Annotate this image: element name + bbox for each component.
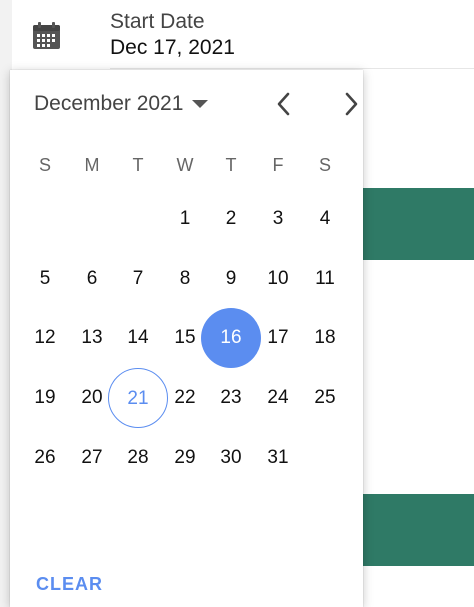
weekday-label: T bbox=[132, 155, 144, 175]
month-year-selector[interactable]: December 2021 bbox=[34, 92, 209, 116]
date-picker-popup: December 2021 SMTWTFS 1 2 3 4 5 6 7 8 9 10 11 12 13 1… bbox=[10, 70, 363, 607]
field-underline bbox=[110, 68, 474, 69]
weekday-label: S bbox=[38, 155, 51, 175]
day-cell[interactable]: 25 bbox=[295, 368, 355, 428]
start-date-label: Start Date bbox=[110, 10, 205, 33]
previous-month-button[interactable] bbox=[269, 89, 299, 119]
weekday-label: S bbox=[318, 155, 331, 175]
background-green-band-bottom bbox=[350, 494, 474, 566]
day-cell[interactable]: 11 bbox=[295, 249, 355, 309]
day-cell[interactable]: 4 bbox=[295, 189, 355, 249]
day-cell[interactable]: 18 bbox=[295, 308, 355, 368]
background-green-band-top bbox=[350, 188, 474, 260]
start-date-value[interactable]: Dec 17, 2021 bbox=[110, 36, 235, 60]
clear-button[interactable]: CLEAR bbox=[36, 574, 103, 595]
weekday-label: F bbox=[272, 155, 284, 175]
weekday-label: M bbox=[84, 155, 100, 175]
calendar-icon[interactable] bbox=[31, 21, 62, 51]
weekday-label: W bbox=[176, 155, 194, 175]
weekday-label: T bbox=[225, 155, 237, 175]
day-cell[interactable]: 31 bbox=[248, 428, 308, 488]
dropdown-arrow-icon bbox=[192, 100, 209, 108]
month-year-label: December 2021 bbox=[34, 92, 184, 115]
next-month-button[interactable] bbox=[336, 89, 366, 119]
